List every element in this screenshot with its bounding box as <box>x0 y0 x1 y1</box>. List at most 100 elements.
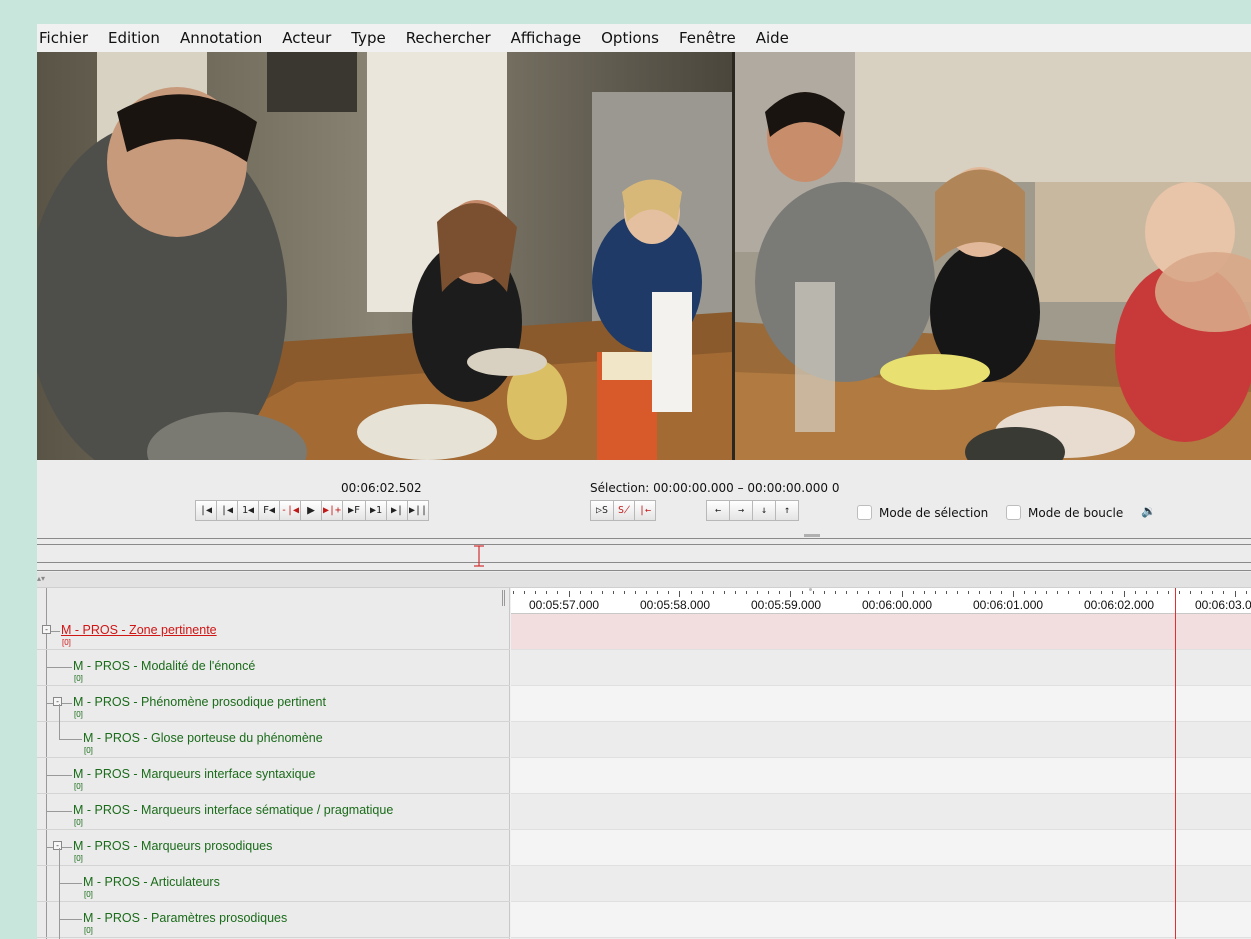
tree-branch-line <box>59 883 82 884</box>
selection-button-group: ▷S S̸ |← <box>590 500 656 521</box>
one-second-back-button[interactable]: 1◀ <box>237 500 259 521</box>
video-player-left[interactable] <box>37 52 732 460</box>
playback-button-group: |◀ |◀ 1◀ F◀ -|◀ ▶ ▶|+ ▶F ▶1 ▶| ▶|| <box>195 500 429 521</box>
ruler-tick <box>1201 591 1202 594</box>
tier-annotation-count: [0] <box>74 710 83 719</box>
ruler-tick <box>790 591 791 597</box>
ruler-tick <box>569 591 570 597</box>
tier-name[interactable]: M - PROS - Glose porteuse du phénomène <box>83 731 323 745</box>
ruler-tick <box>1024 591 1025 594</box>
menu-fichier[interactable]: Fichier <box>37 29 98 47</box>
ruler-tick <box>1146 591 1147 594</box>
ruler-tick <box>990 591 991 594</box>
collapse-toggle-icon[interactable]: - <box>53 697 62 706</box>
pixel-back-button[interactable]: -|◀ <box>279 500 301 521</box>
tier-track[interactable] <box>511 650 1251 686</box>
menu-aide[interactable]: Aide <box>746 29 799 47</box>
collapse-arrows-icon[interactable]: ▴▾ <box>37 574 45 583</box>
tier-row[interactable]: M - PROS - Marqueurs interface syntaxiqu… <box>37 758 510 794</box>
play-selection-button[interactable]: ▷S <box>590 500 614 521</box>
splitter-grip[interactable] <box>502 590 505 606</box>
tier-name[interactable]: M - PROS - Articulateurs <box>83 875 220 889</box>
tier-row[interactable]: M - PROS - Articulateurs [0] <box>37 848 510 902</box>
split-pane-handle[interactable] <box>804 534 820 537</box>
frame-back-button[interactable]: F◀ <box>258 500 280 521</box>
tier-row[interactable]: - M - PROS - Marqueurs prosodiques [0] <box>37 830 510 866</box>
tier-row[interactable]: M - PROS - Marqueurs interface sématique… <box>37 794 510 830</box>
tier-name[interactable]: M - PROS - Paramètres prosodiques <box>83 911 287 925</box>
checkbox-box[interactable] <box>1006 505 1021 520</box>
separator-line <box>37 562 1251 563</box>
ruler-tick <box>979 591 980 594</box>
menu-edition[interactable]: Edition <box>98 29 170 47</box>
tier-track[interactable] <box>511 866 1251 902</box>
selection-boundary-button[interactable]: |← <box>634 500 656 521</box>
tier-name[interactable]: M - PROS - Marqueurs interface sématique… <box>73 803 393 817</box>
tree-branch-line <box>59 739 82 740</box>
tree-line <box>59 704 60 740</box>
next-step-button[interactable]: ▶| <box>386 500 408 521</box>
speaker-icon[interactable]: 🔉 <box>1141 504 1156 518</box>
go-to-end-button[interactable]: ▶|| <box>407 500 429 521</box>
arrow-left-icon[interactable]: ← <box>706 500 730 521</box>
tier-name[interactable]: M - PROS - Modalité de l'énoncé <box>73 659 255 673</box>
ruler-tick <box>1168 591 1169 594</box>
frame-forward-button[interactable]: ▶F <box>342 500 366 521</box>
ruler-tick <box>813 591 814 594</box>
ruler-tick <box>746 591 747 594</box>
arrow-right-icon[interactable]: → <box>729 500 753 521</box>
tier-track[interactable] <box>511 794 1251 830</box>
previous-frame-step-button[interactable]: |◀ <box>216 500 238 521</box>
go-to-start-button[interactable]: |◀ <box>195 500 217 521</box>
tier-annotation-count: [0] <box>74 674 83 683</box>
menu-fenetre[interactable]: Fenêtre <box>669 29 746 47</box>
menu-affichage[interactable]: Affichage <box>501 29 591 47</box>
checkbox-box[interactable] <box>857 505 872 520</box>
tier-row[interactable]: M - PROS - Glose porteuse du phénomène [0… <box>37 704 510 758</box>
tier-track[interactable] <box>511 758 1251 794</box>
tier-row[interactable]: - M - PROS - Phénomène prosodique pertine… <box>37 686 510 722</box>
ruler-tick <box>657 591 658 594</box>
tier-name[interactable]: M - PROS - Phénomène prosodique pertinen… <box>73 695 326 709</box>
tier-name[interactable]: M - PROS - Marqueurs interface syntaxiqu… <box>73 767 315 781</box>
ruler-tick <box>946 591 947 594</box>
tree-branch-line <box>59 919 82 920</box>
tier-annotation-count: [0] <box>84 746 93 755</box>
tier-name[interactable]: M - PROS - Marqueurs prosodiques <box>73 839 272 853</box>
tier-name[interactable]: M - PROS - Zone pertinente <box>61 623 217 637</box>
tier-track[interactable] <box>511 614 1251 650</box>
menu-type[interactable]: Type <box>341 29 395 47</box>
tier-track[interactable] <box>511 902 1251 938</box>
tier-track[interactable] <box>511 722 1251 758</box>
playhead-line[interactable] <box>1175 588 1176 939</box>
tier-annotation-count: [0] <box>84 926 93 935</box>
clear-selection-button[interactable]: S̸ <box>613 500 635 521</box>
ruler-tick <box>646 591 647 594</box>
ruler-tick <box>691 591 692 594</box>
tier-row[interactable]: M - PROS - Paramètres prosodiques [0] <box>37 884 510 938</box>
tier-track[interactable] <box>511 686 1251 722</box>
pixel-forward-button[interactable]: ▶|+ <box>321 500 343 521</box>
menu-acteur[interactable]: Acteur <box>272 29 341 47</box>
mode-selection-label: Mode de sélection <box>879 505 989 520</box>
tier-row[interactable]: M - PROS - Modalité de l'énoncé [0] <box>37 650 510 686</box>
mode-selection-checkbox[interactable]: Mode de sélection <box>857 505 988 520</box>
menu-annotation[interactable]: Annotation <box>170 29 272 47</box>
collapse-toggle-icon[interactable]: - <box>53 841 62 850</box>
ruler-tick <box>1112 591 1113 594</box>
separator-line <box>37 538 1251 539</box>
arrow-up-icon[interactable]: ↑ <box>775 500 799 521</box>
arrow-down-icon[interactable]: ↓ <box>752 500 776 521</box>
menu-options[interactable]: Options <box>591 29 669 47</box>
collapse-toggle-icon[interactable]: - <box>42 625 51 634</box>
play-button[interactable]: ▶ <box>300 500 322 521</box>
video-player-right[interactable] <box>735 52 1251 460</box>
one-second-forward-button[interactable]: ▶1 <box>365 500 387 521</box>
mode-loop-checkbox[interactable]: Mode de boucle <box>1006 505 1123 520</box>
tier-track-panel[interactable]: 00:05:57.000 00:05:58.000 00:05:59.000 00:0… <box>511 588 1251 939</box>
time-ruler[interactable]: 00:05:57.000 00:05:58.000 00:05:59.000 00:0… <box>511 588 1251 614</box>
tier-row[interactable]: - M - PROS - Zone pertinente [0] <box>37 614 510 650</box>
menu-rechercher[interactable]: Rechercher <box>396 29 501 47</box>
ruler-tick <box>524 591 525 594</box>
tier-track[interactable] <box>511 830 1251 866</box>
